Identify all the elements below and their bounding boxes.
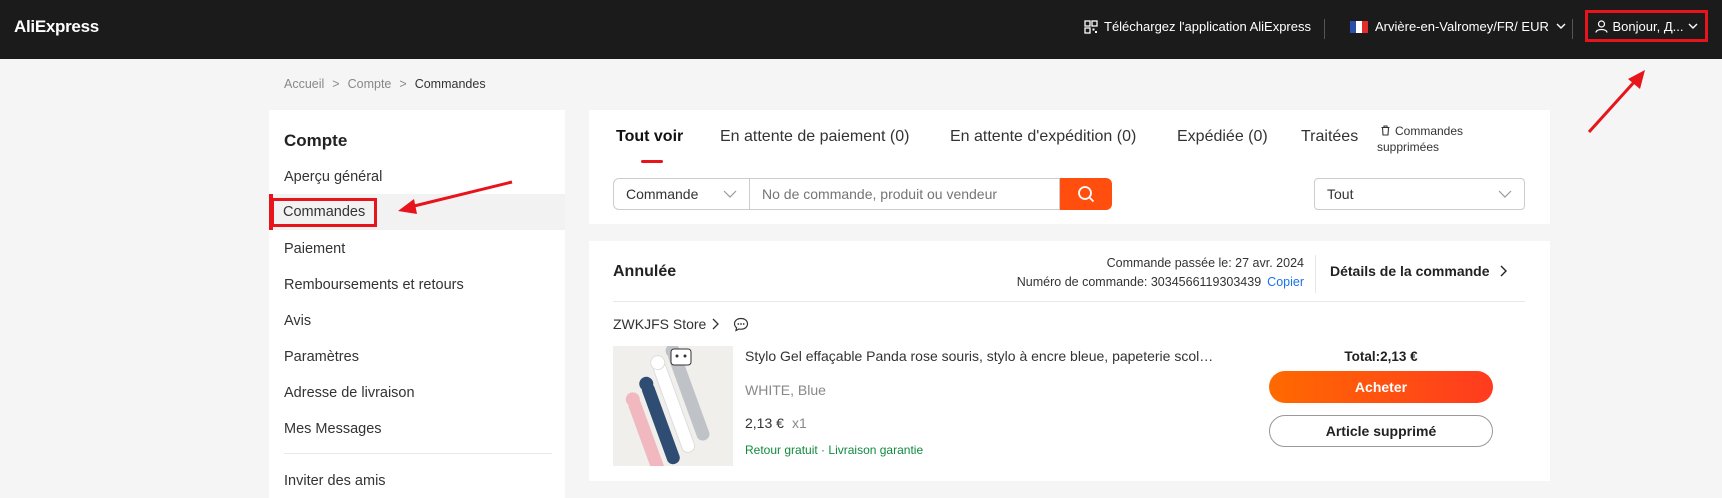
- search-button[interactable]: [1060, 178, 1112, 210]
- order-status: Annulée: [613, 263, 677, 280]
- order-meta: Commande passée le: 27 avr. 2024 Numéro …: [1017, 254, 1304, 292]
- order-details-link[interactable]: Détails de la commande: [1330, 263, 1507, 279]
- sidebar-item-invite-friends[interactable]: Inviter des amis: [269, 463, 565, 498]
- order-search-input[interactable]: [750, 178, 1060, 210]
- region-currency-selector[interactable]: Arvière-en-Valromey/FR/ EUR: [1350, 19, 1566, 34]
- product-quantity: x1: [791, 415, 807, 431]
- item-deleted-button[interactable]: Article supprimé: [1269, 415, 1493, 447]
- breadcrumb-current: Commandes: [414, 77, 486, 91]
- sidebar-item-orders[interactable]: Commandes: [269, 194, 565, 230]
- order-date: Commande passée le: 27 avr. 2024: [1106, 256, 1304, 270]
- orders-tabs-panel: Tout voir En attente de paiement (0) En …: [589, 110, 1550, 224]
- breadcrumb-separator: >: [399, 77, 407, 91]
- search-icon: [1078, 186, 1095, 203]
- sidebar-item-refunds[interactable]: Remboursements et retours: [269, 267, 565, 303]
- search-type-select[interactable]: Commande: [613, 178, 750, 210]
- header-divider: [1324, 19, 1325, 39]
- product-title[interactable]: Stylo Gel effaçable Panda rose souris, s…: [745, 348, 1215, 364]
- order-meta-divider: [1315, 255, 1316, 293]
- active-tab-indicator: [641, 160, 663, 163]
- order-filter-select[interactable]: Tout: [1314, 178, 1525, 210]
- sidebar-item-shipping-address[interactable]: Adresse de livraison: [269, 375, 565, 411]
- sidebar-item-payment[interactable]: Paiement: [269, 231, 565, 267]
- breadcrumb: Accueil > Compte > Commandes: [284, 77, 486, 91]
- sidebar-item-overview[interactable]: Aperçu général: [269, 159, 565, 195]
- delivery-guarantee-label: Livraison garantie: [828, 443, 924, 457]
- qr-code-icon: [1084, 19, 1098, 34]
- chevron-right-icon: [1500, 265, 1507, 277]
- tab-awaiting-shipment[interactable]: En attente d'expédition (0): [950, 128, 1136, 146]
- account-greeting: Bonjour, Д...: [1612, 18, 1684, 34]
- breadcrumb-account[interactable]: Compte: [348, 77, 392, 91]
- chevron-down-icon: [1688, 23, 1698, 29]
- search-type-value: Commande: [626, 186, 699, 202]
- sidebar-item-settings[interactable]: Paramètres: [269, 339, 565, 375]
- chevron-down-icon: [1556, 23, 1566, 29]
- trash-icon: [1381, 125, 1390, 136]
- pens-illustration: [613, 346, 733, 466]
- copy-order-number-link[interactable]: Copier: [1267, 275, 1304, 289]
- chat-icon[interactable]: [733, 317, 749, 332]
- tab-processed[interactable]: Traitées: [1301, 128, 1358, 146]
- order-total: Total:2,13 €: [1344, 349, 1418, 364]
- top-header: AliExpress Téléchargez l'application Ali…: [0, 0, 1722, 59]
- product-price: 2,13 €: [745, 415, 784, 431]
- sidebar-item-messages[interactable]: Mes Messages: [269, 411, 565, 447]
- sidebar-item-reviews[interactable]: Avis: [269, 303, 565, 339]
- arrow-to-account: [1587, 70, 1645, 134]
- buy-again-button[interactable]: Acheter: [1269, 371, 1493, 403]
- breadcrumb-separator: >: [332, 77, 340, 91]
- account-menu[interactable]: Bonjour, Д...: [1585, 10, 1708, 42]
- account-sidebar: Compte Aperçu général Commandes Paiement…: [269, 110, 565, 498]
- tab-awaiting-payment[interactable]: En attente de paiement (0): [720, 128, 909, 146]
- free-return-label: Retour gratuit: [745, 443, 818, 457]
- tab-all[interactable]: Tout voir: [616, 128, 683, 146]
- order-card-divider: [613, 301, 1525, 302]
- sidebar-divider: [284, 453, 552, 454]
- order-filter-value: Tout: [1327, 186, 1354, 202]
- breadcrumb-home[interactable]: Accueil: [284, 77, 324, 91]
- product-variant: WHITE, Blue: [745, 382, 826, 398]
- france-flag-icon: [1350, 20, 1368, 33]
- product-image[interactable]: [613, 346, 733, 466]
- order-search-bar: Commande: [613, 178, 1112, 210]
- user-icon: [1594, 19, 1608, 33]
- aliexpress-logo[interactable]: AliExpress: [14, 17, 99, 37]
- header-divider: [1572, 19, 1573, 39]
- tab-shipped[interactable]: Expédiée (0): [1177, 128, 1268, 146]
- guarantee-separator: ·: [821, 443, 826, 457]
- chevron-down-icon: [723, 190, 737, 198]
- chevron-down-icon: [1498, 190, 1512, 198]
- download-app-link[interactable]: Téléchargez l'application AliExpress: [1084, 19, 1311, 34]
- guarantees: Retour gratuit · Livraison garantie: [745, 443, 923, 457]
- order-card: Annulée Commande passée le: 27 avr. 2024…: [589, 241, 1550, 481]
- region-label: Arvière-en-Valromey/FR/ EUR: [1375, 19, 1549, 34]
- download-app-label: Téléchargez l'application AliExpress: [1104, 19, 1311, 34]
- store-link[interactable]: ZWKJFS Store: [613, 316, 749, 332]
- sidebar-title: Compte: [284, 131, 348, 150]
- store-name: ZWKJFS Store: [613, 316, 707, 332]
- sidebar-item-orders-label: Commandes: [271, 197, 378, 227]
- product-price-row: 2,13 € x1: [745, 415, 807, 431]
- deleted-orders-link[interactable]: Commandes supprimées: [1377, 123, 1497, 155]
- order-number: Numéro de commande: 3034566119303439: [1016, 275, 1262, 289]
- order-details-label: Détails de la commande: [1330, 263, 1490, 279]
- chevron-right-icon: [712, 318, 720, 330]
